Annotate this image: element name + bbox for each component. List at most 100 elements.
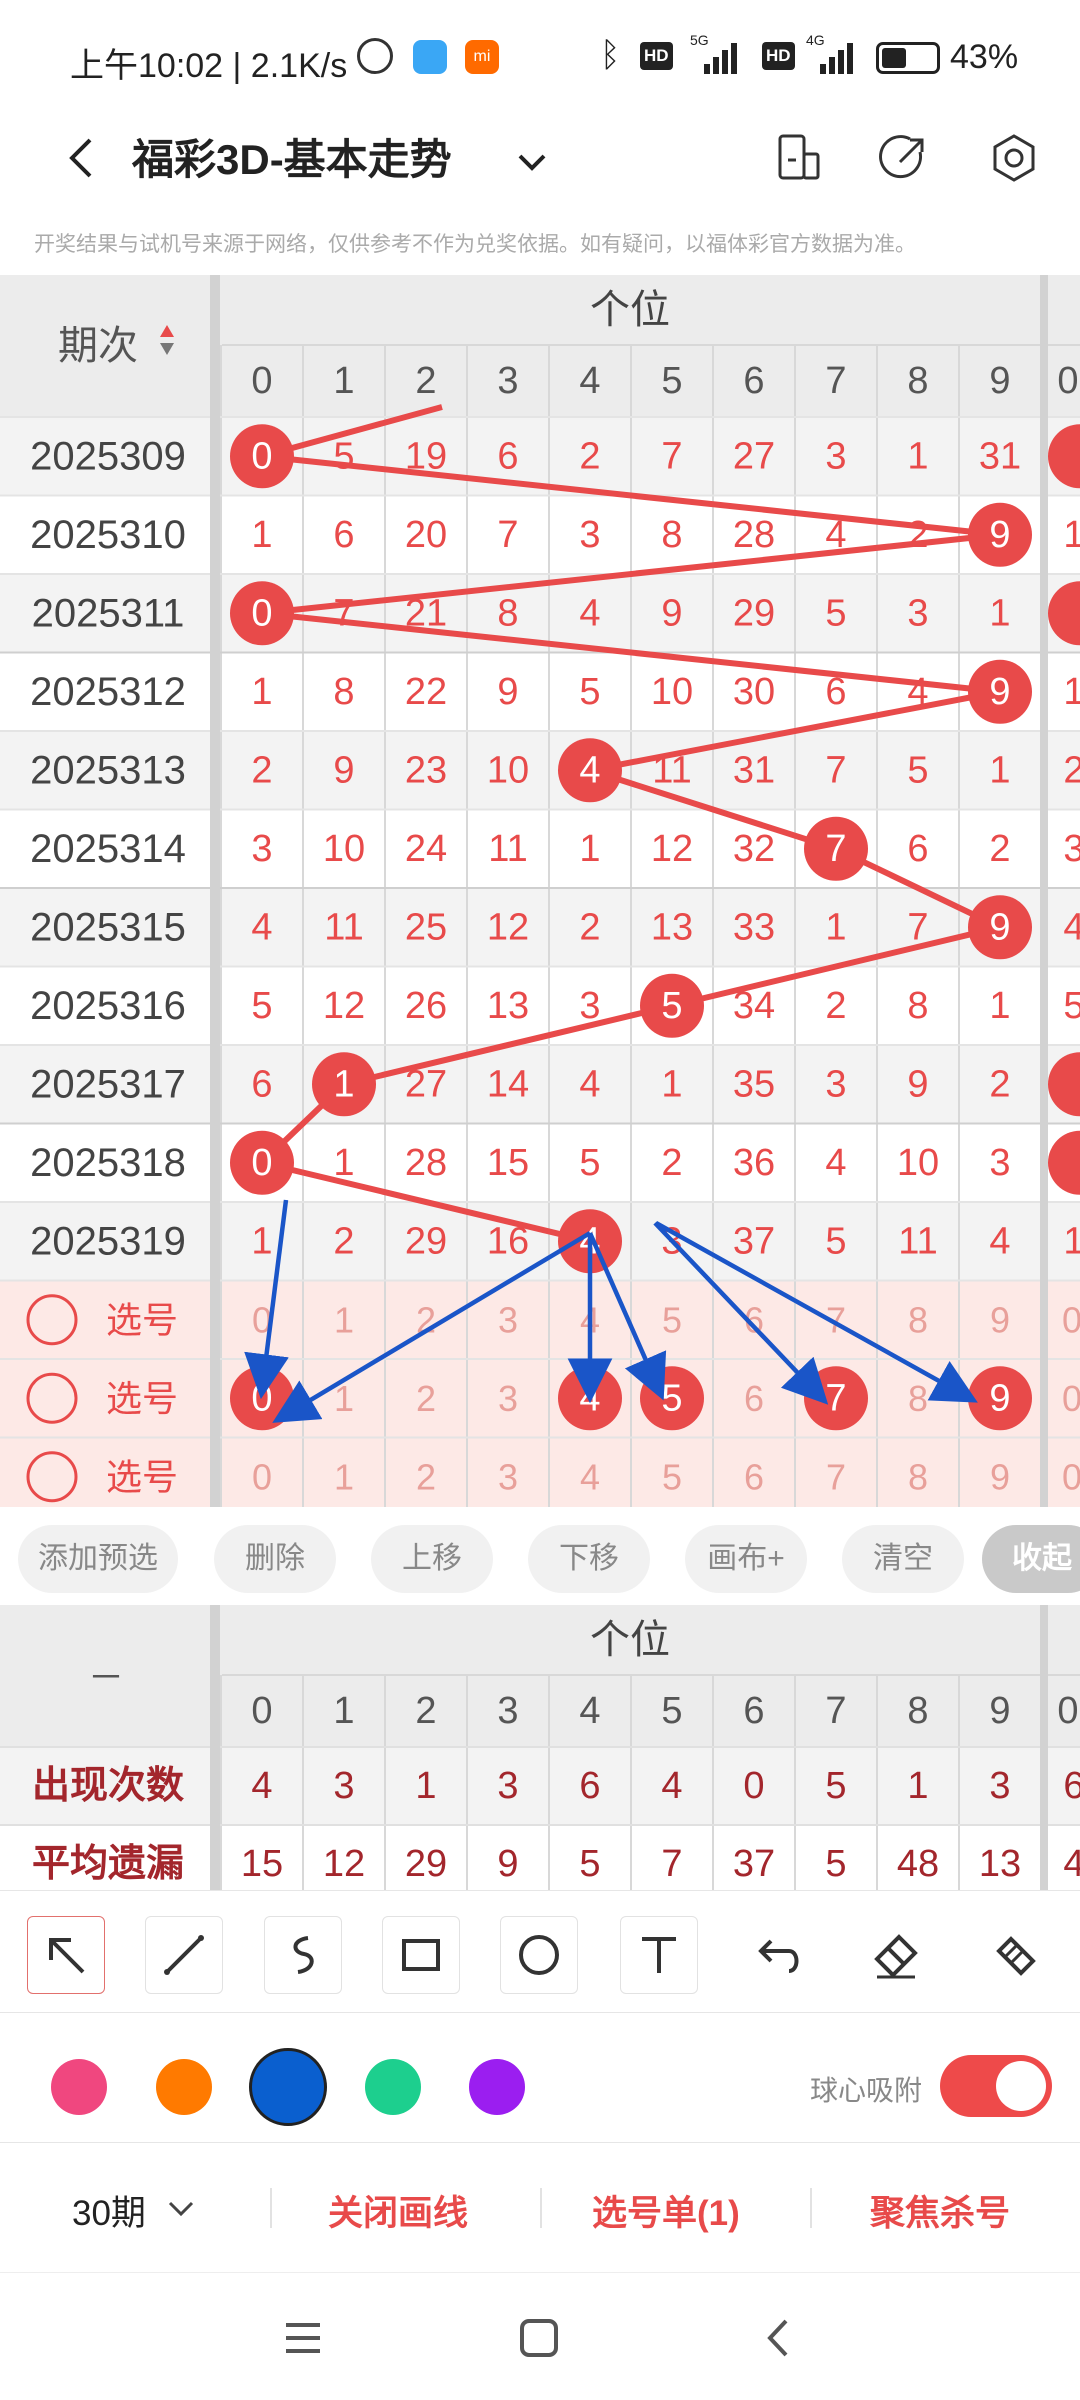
miss-value: 36	[733, 1142, 775, 1184]
drawing-toolbar	[0, 1890, 1080, 2010]
miss-value: 7	[907, 906, 928, 948]
miss-value: 8	[661, 514, 682, 556]
clear-canvas-icon[interactable]	[991, 1931, 1041, 1981]
miss-value: 1	[989, 592, 1010, 634]
hit-number: 9	[989, 671, 1010, 713]
layout-switch-icon[interactable]	[770, 130, 826, 186]
next-value: 4	[1063, 906, 1080, 948]
undo-icon[interactable]	[753, 1931, 803, 1981]
line-icon[interactable]	[145, 1916, 223, 1994]
pick-list-button[interactable]: 选号单(1)	[592, 2185, 740, 2236]
delete-button[interactable]: 删除	[214, 1525, 336, 1593]
eraser-icon[interactable]	[871, 1931, 921, 1981]
freehand-icon[interactable]	[264, 1916, 342, 1994]
color-orange[interactable]	[156, 2059, 212, 2115]
pick-number[interactable]: 3	[498, 1299, 518, 1340]
miss-value: 24	[405, 828, 447, 870]
period-header: 期次	[58, 324, 138, 368]
miss-value: 37	[733, 1220, 775, 1262]
miss-value: 1	[907, 435, 928, 477]
miss-value: 4	[825, 1142, 846, 1184]
period-select[interactable]: 30期	[72, 2185, 146, 2236]
color-pink[interactable]	[51, 2059, 107, 2115]
miss-value: 8	[907, 985, 928, 1027]
pick-number[interactable]: 9	[990, 1456, 1010, 1497]
miss-value: 3	[579, 985, 600, 1027]
bluetooth-icon: ᛒ	[600, 36, 621, 74]
chevron-down-icon[interactable]	[164, 2191, 198, 2225]
pick-number[interactable]: 6	[744, 1456, 764, 1497]
page-title[interactable]: 福彩3D-基本走势	[132, 126, 452, 187]
pick-number[interactable]: 5	[662, 1299, 682, 1340]
pick-number[interactable]: 8	[908, 1299, 928, 1340]
miss-value: 1	[251, 1220, 272, 1262]
pick-number[interactable]: 8	[908, 1456, 928, 1497]
home-icon[interactable]	[516, 2315, 562, 2361]
digit-header: 7	[825, 360, 846, 402]
digit-header: 2	[415, 360, 436, 402]
next-value: 1	[1063, 514, 1080, 556]
pick-number[interactable]: 3	[498, 1378, 518, 1419]
back-nav-icon[interactable]	[756, 2315, 802, 2361]
menu-icon[interactable]	[280, 2315, 326, 2361]
miss-value: 1	[251, 671, 272, 713]
settings-gear-icon[interactable]	[986, 130, 1042, 186]
pick-number-selected: 5	[661, 1377, 682, 1419]
status-time: 上午10:02 | 2.1K/s	[70, 47, 348, 85]
color-blue[interactable]	[249, 2048, 327, 2126]
period-cell: 2025319	[30, 1219, 186, 1263]
pick-number[interactable]: 2	[416, 1456, 436, 1497]
miss-value: 5	[907, 749, 928, 791]
pointer-arrow-icon[interactable]	[27, 1916, 105, 1994]
move-down-button[interactable]: 下移	[528, 1525, 650, 1593]
pick-number[interactable]: 2	[416, 1378, 436, 1419]
pick-number[interactable]: 6	[744, 1378, 764, 1419]
miss-value: 21	[405, 592, 447, 634]
pick-number-next: 0	[1062, 1456, 1080, 1497]
signal-5g-icon: 5G	[690, 32, 750, 74]
pick-number[interactable]: 4	[580, 1456, 600, 1497]
stats-value-next: 4	[1063, 1843, 1080, 1885]
clear-button[interactable]: 清空	[842, 1525, 964, 1593]
chevron-down-icon[interactable]	[510, 140, 554, 184]
focus-kill-button[interactable]: 聚焦杀号	[870, 2185, 1010, 2236]
pick-number[interactable]: 1	[334, 1299, 354, 1340]
back-icon[interactable]	[52, 128, 112, 188]
miss-value: 11	[898, 1220, 937, 1262]
share-icon[interactable]	[876, 130, 932, 186]
alarm-icon	[357, 38, 393, 74]
period-cell: 2025315	[30, 905, 186, 949]
miss-value: 4	[579, 1063, 600, 1105]
close-lines-button[interactable]: 关闭画线	[328, 2185, 468, 2236]
miss-value: 6	[825, 671, 846, 713]
color-purple[interactable]	[469, 2059, 525, 2115]
pick-number[interactable]: 7	[826, 1456, 846, 1497]
color-palette: 球心吸附	[0, 2012, 1080, 2142]
miss-value: 3	[579, 514, 600, 556]
pick-number[interactable]: 1	[334, 1456, 354, 1497]
add-preselect-button[interactable]: 添加预选	[18, 1525, 178, 1593]
next-value: 1	[1063, 1220, 1080, 1262]
pick-number[interactable]: 0	[252, 1456, 272, 1497]
move-up-button[interactable]: 上移	[371, 1525, 493, 1593]
miss-value: 5	[333, 435, 354, 477]
pick-number[interactable]: 3	[498, 1456, 518, 1497]
pick-number[interactable]: 9	[990, 1299, 1010, 1340]
canvas-plus-button[interactable]: 画布+	[685, 1525, 807, 1593]
text-icon[interactable]	[620, 1916, 698, 1994]
stats-row-label: 平均遗漏	[32, 1843, 184, 1885]
miss-value: 7	[825, 749, 846, 791]
snap-label: 球心吸附	[810, 2075, 923, 2106]
color-green[interactable]	[365, 2059, 421, 2115]
period-cell: 2025317	[30, 1062, 186, 1106]
pick-number[interactable]: 5	[662, 1456, 682, 1497]
pick-number[interactable]: 8	[908, 1378, 928, 1419]
rectangle-icon[interactable]	[382, 1916, 460, 1994]
hd-badge-2: HD	[762, 42, 795, 70]
snap-toggle[interactable]	[940, 2055, 1052, 2117]
circle-icon[interactable]	[500, 1916, 578, 1994]
position-header: 个位	[590, 288, 670, 332]
stats-row-label: 出现次数	[32, 1765, 184, 1807]
collapse-button[interactable]: 收起	[982, 1525, 1080, 1593]
stats-value: 1	[415, 1765, 436, 1807]
